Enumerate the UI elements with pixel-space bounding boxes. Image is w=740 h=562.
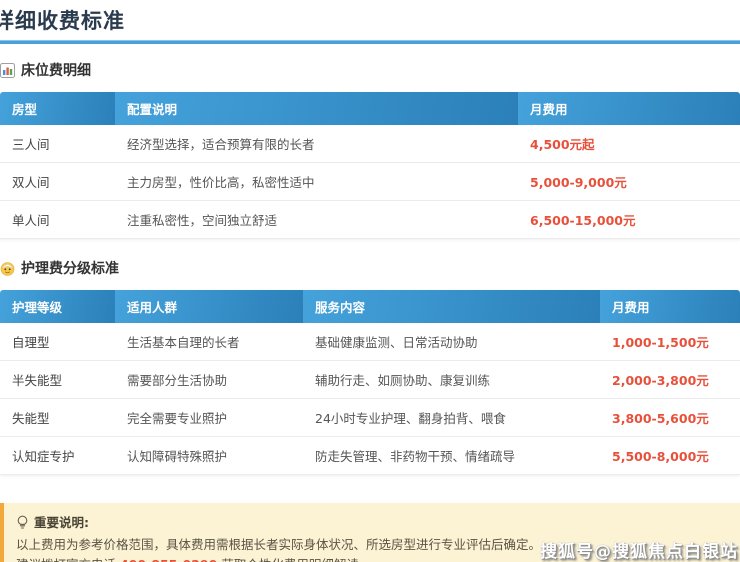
care-services: 基础健康监测、日常活动协助 xyxy=(303,323,600,361)
table-row: 认知症专护 认知障碍特殊照护 防走失管理、非药物干预、情绪疏导 5,500-8,… xyxy=(0,437,740,475)
room-type: 三人间 xyxy=(0,125,115,163)
room-desc: 注重私密性，空间独立舒适 xyxy=(115,201,518,239)
care-level: 自理型 xyxy=(0,323,115,361)
section-header-bed-fees: 床位费明细 xyxy=(0,60,740,80)
title-divider xyxy=(0,40,740,44)
care-price: 1,000-1,500元 xyxy=(600,323,740,361)
room-type: 双人间 xyxy=(0,163,115,201)
table-row: 单人间 注重私密性，空间独立舒适 6,500-15,000元 xyxy=(0,201,740,239)
care-level: 认知症专护 xyxy=(0,437,115,475)
care-services: 24小时专业护理、翻身拍背、喂食 xyxy=(303,399,600,437)
care-price: 2,000-3,800元 xyxy=(600,361,740,399)
table-row: 失能型 完全需要专业照护 24小时专业护理、翻身拍背、喂食 3,800-5,60… xyxy=(0,399,740,437)
section-title-care-fees: 护理费分级标准 xyxy=(21,258,119,278)
room-type: 单人间 xyxy=(0,201,115,239)
article-page: 详细收费标准 床位费明细 房型 配置说明 月费用 三人间 经济型选择，适合预 xyxy=(0,5,740,562)
bar-chart-icon xyxy=(0,63,15,78)
care-services: 防走失管理、非药物干预、情绪疏导 xyxy=(303,437,600,475)
bed-fee-header-row: 房型 配置说明 月费用 xyxy=(0,92,740,125)
bed-fee-table: 房型 配置说明 月费用 三人间 经济型选择，适合预算有限的长者 4,500元起 … xyxy=(0,92,740,239)
table-row: 双人间 主力房型，性价比高，私密性适中 5,000-9,000元 xyxy=(0,163,740,201)
care-services: 辅助行走、如厕协助、康复训练 xyxy=(303,361,600,399)
care-fee-table: 护理等级 适用人群 服务内容 月费用 自理型 生活基本自理的长者 基础健康监测、… xyxy=(0,290,740,475)
care-group: 认知障碍特殊照护 xyxy=(115,437,303,475)
care-group: 需要部分生活协助 xyxy=(115,361,303,399)
section-header-care-fees: 护理费分级标准 xyxy=(0,258,740,278)
table-row: 半失能型 需要部分生活协助 辅助行走、如厕协助、康复训练 2,000-3,800… xyxy=(0,361,740,399)
room-desc: 主力房型，性价比高，私密性适中 xyxy=(115,163,518,201)
care-col-monthly-fee: 月费用 xyxy=(600,290,740,323)
table-row: 三人间 经济型选择，适合预算有限的长者 4,500元起 xyxy=(0,125,740,163)
lightbulb-icon xyxy=(16,515,29,530)
table-row: 自理型 生活基本自理的长者 基础健康监测、日常活动协助 1,000-1,500元 xyxy=(0,323,740,361)
note-line-2: 建议拨打官方电话 400-855-0290 获取个性化费用明细解读。 xyxy=(16,555,726,562)
note-line-1: 以上费用为参考价格范围，具体费用需根据长者实际身体状况、所选房型进行专业评估后确… xyxy=(16,535,726,554)
bed-col-monthly-fee: 月费用 xyxy=(518,92,740,125)
room-price: 5,000-9,000元 xyxy=(518,163,740,201)
note-title: 重要说明: xyxy=(34,513,89,532)
care-col-group: 适用人群 xyxy=(115,290,303,323)
care-fee-header-row: 护理等级 适用人群 服务内容 月费用 xyxy=(0,290,740,323)
room-price: 4,500元起 xyxy=(518,125,740,163)
care-price: 5,500-8,000元 xyxy=(600,437,740,475)
section-title-bed-fees: 床位费明细 xyxy=(21,60,91,80)
important-note-box: 重要说明: 以上费用为参考价格范围，具体费用需根据长者实际身体状况、所选房型进行… xyxy=(0,503,740,562)
care-price: 3,800-5,600元 xyxy=(600,399,740,437)
note-line-2-suffix: 获取个性化费用明细解读。 xyxy=(217,557,371,562)
phone-number[interactable]: 400-855-0290 xyxy=(120,557,217,562)
care-level: 失能型 xyxy=(0,399,115,437)
room-price: 6,500-15,000元 xyxy=(518,201,740,239)
note-line-2-prefix: 建议拨打官方电话 xyxy=(16,557,120,562)
note-title-row: 重要说明: xyxy=(16,513,726,532)
bed-col-config: 配置说明 xyxy=(115,92,518,125)
care-col-services: 服务内容 xyxy=(303,290,600,323)
care-col-level: 护理等级 xyxy=(0,290,115,323)
care-level: 半失能型 xyxy=(0,361,115,399)
bed-col-room-type: 房型 xyxy=(0,92,115,125)
care-group: 完全需要专业照护 xyxy=(115,399,303,437)
care-group: 生活基本自理的长者 xyxy=(115,323,303,361)
room-desc: 经济型选择，适合预算有限的长者 xyxy=(115,125,518,163)
page-title: 详细收费标准 xyxy=(0,5,740,35)
caregiver-icon xyxy=(0,261,15,276)
